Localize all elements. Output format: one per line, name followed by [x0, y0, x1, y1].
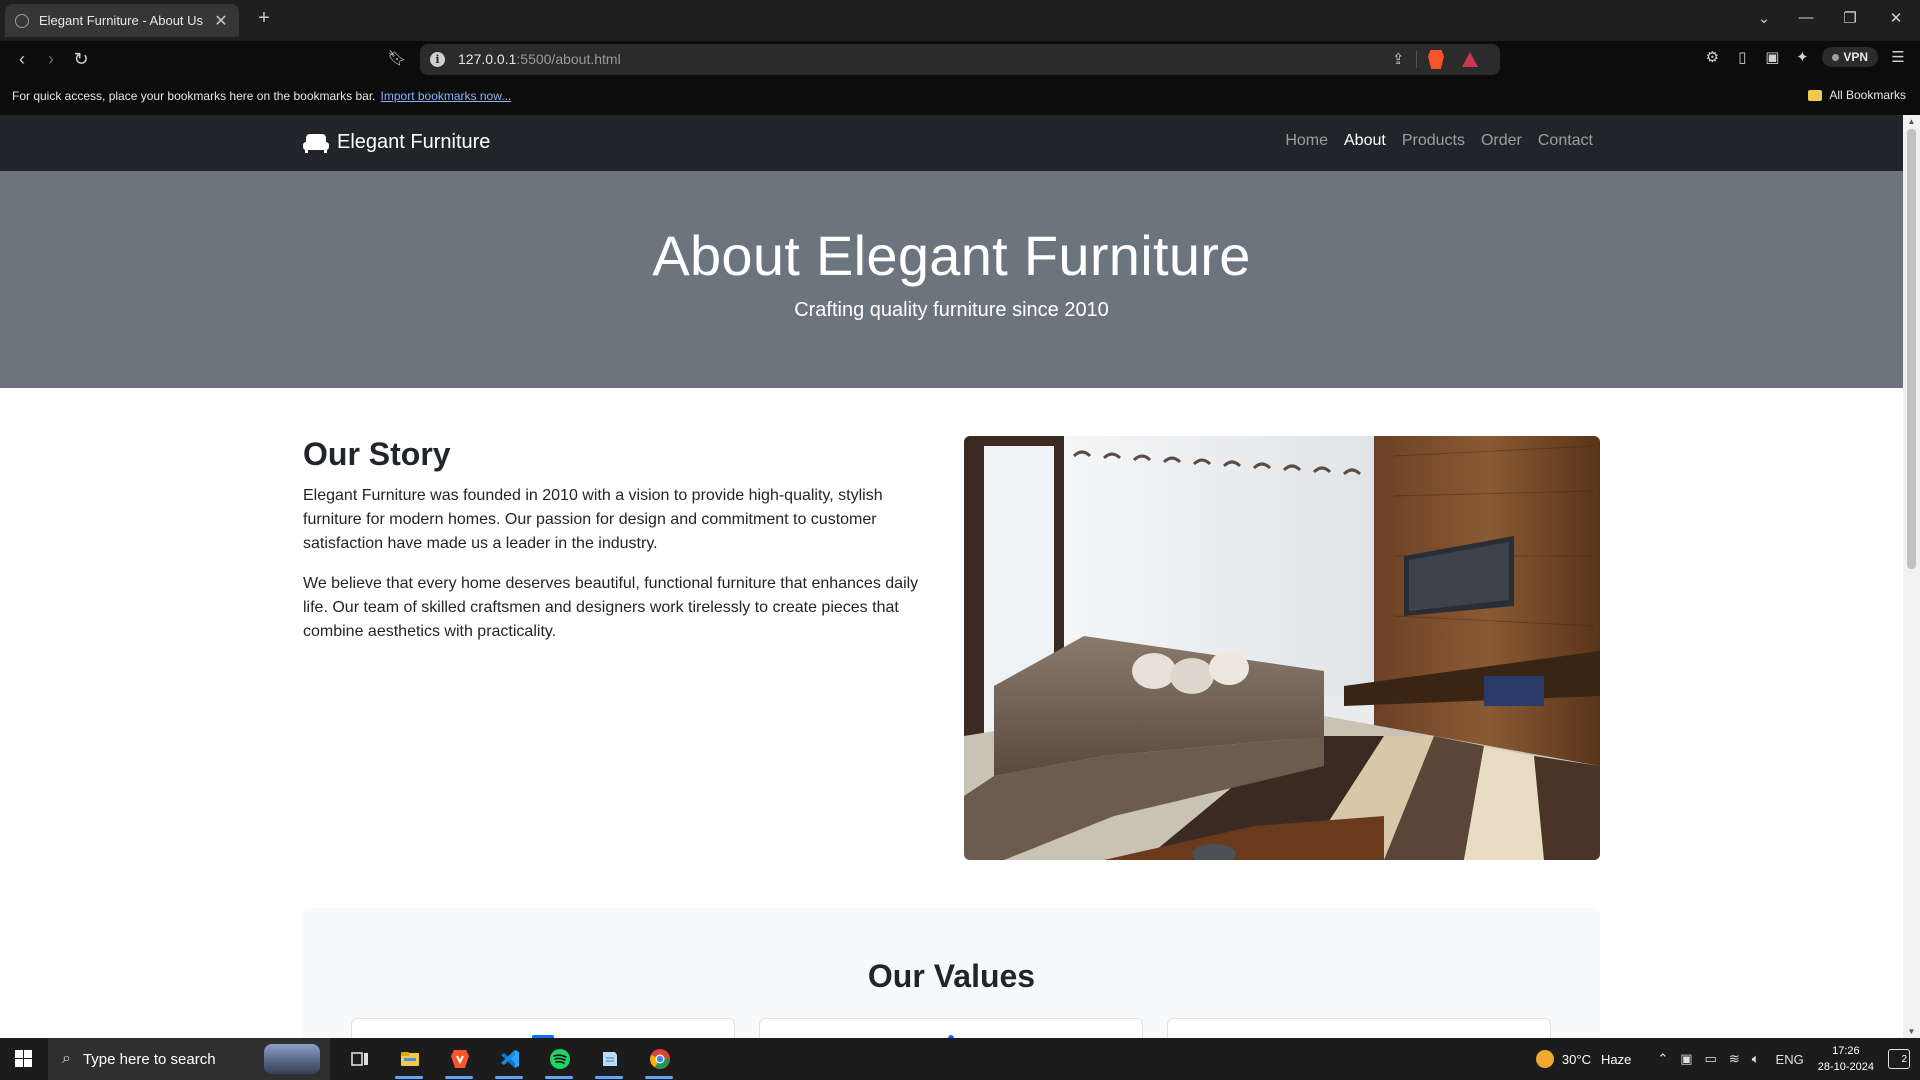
search-highlight-image — [264, 1044, 320, 1074]
weather-temperature: 30°C — [1561, 1051, 1591, 1067]
wifi-icon[interactable]: ≋ — [1729, 1051, 1740, 1067]
import-bookmarks-link[interactable]: Import bookmarks now... — [381, 89, 512, 103]
values-section: Our Values — [303, 908, 1600, 1038]
taskbar-search[interactable]: ⌕ Type here to search — [48, 1038, 330, 1080]
close-window-icon[interactable]: ✕ — [1884, 9, 1908, 27]
new-tab-button[interactable]: + — [252, 7, 276, 30]
site-navbar: Elegant Furniture Home About Products Or… — [0, 115, 1903, 171]
site-info-icon[interactable]: i — [430, 52, 445, 67]
volume-icon[interactable]: 🔈︎ — [1752, 1051, 1760, 1067]
haze-weather-icon — [1535, 1050, 1554, 1068]
story-text: Elegant Furniture was founded in 2010 wi… — [303, 484, 925, 660]
spotify-icon[interactable] — [536, 1038, 582, 1080]
clock[interactable]: 17:26 28-10-2024 — [1818, 1043, 1874, 1075]
browser-tab[interactable]: Elegant Furniture - About Us ✕ — [5, 4, 239, 37]
living-room-illustration — [964, 436, 1600, 860]
site-nav-links: Home About Products Order Contact — [1285, 132, 1593, 150]
hero-subtitle: Crafting quality furniture since 2010 — [794, 299, 1109, 321]
file-explorer-icon[interactable] — [386, 1038, 432, 1080]
restore-icon[interactable]: ❐ — [1838, 9, 1862, 27]
vscode-icon[interactable] — [486, 1038, 532, 1080]
story-paragraph: Elegant Furniture was founded in 2010 wi… — [303, 487, 883, 552]
forward-icon[interactable]: › — [40, 49, 62, 69]
start-button[interactable] — [0, 1038, 48, 1080]
notification-count: 2 — [1901, 1054, 1907, 1065]
vpn-status-icon — [1832, 54, 1840, 62]
folder-icon — [1808, 89, 1823, 101]
battery-icon[interactable]: ▭ — [1705, 1051, 1717, 1067]
wallet-icon[interactable]: ▣ — [1762, 48, 1782, 66]
url-text[interactable]: 127.0.0.1:5500/about.html — [458, 51, 621, 67]
share-icon[interactable]: ⇪ — [1392, 50, 1405, 68]
bookmarks-bar: For quick access, place your bookmarks h… — [0, 78, 1920, 115]
site-brand[interactable]: Elegant Furniture — [303, 131, 490, 154]
brand-name: Elegant Furniture — [337, 131, 491, 153]
brave-shields-icon[interactable] — [1428, 50, 1444, 69]
vpn-button[interactable]: VPN — [1822, 47, 1878, 67]
scrollbar-thumb[interactable] — [1907, 129, 1916, 569]
nav-link-contact[interactable]: Contact — [1538, 132, 1593, 150]
back-icon[interactable]: ‹ — [11, 49, 33, 69]
story-paragraph: We believe that every home deserves beau… — [303, 575, 919, 640]
sidebar-icon[interactable]: ▯ — [1732, 48, 1752, 66]
value-card — [1167, 1018, 1551, 1038]
clock-date: 28-10-2024 — [1817, 1061, 1874, 1073]
chevron-up-icon[interactable]: ⌃ — [1657, 1051, 1668, 1067]
tab-close-icon[interactable]: ✕ — [213, 11, 229, 31]
chrome-icon[interactable] — [636, 1038, 682, 1080]
weather-widget[interactable]: 30°C Haze — [1535, 1050, 1632, 1068]
weather-description: Haze — [1600, 1051, 1632, 1067]
system-tray: 30°C Haze ⌃ ▣ ▭ ≋ 🔈︎ ENG 17:26 28-10-202… — [1535, 1038, 1920, 1080]
value-card — [351, 1018, 735, 1038]
hero-title: About Elegant Furniture — [652, 224, 1251, 287]
clock-time: 17:26 — [1832, 1045, 1860, 1057]
reload-icon[interactable]: ↻ — [70, 49, 92, 69]
minimize-icon[interactable]: — — [1794, 9, 1818, 26]
nav-link-home[interactable]: Home — [1285, 132, 1328, 150]
leo-ai-icon[interactable]: ✦ — [1792, 48, 1812, 66]
value-card — [759, 1018, 1143, 1038]
all-bookmarks-button[interactable]: All Bookmarks — [1808, 88, 1906, 102]
scroll-down-icon[interactable]: ▼ — [1903, 1027, 1920, 1036]
notification-center-icon[interactable]: 2 — [1888, 1049, 1910, 1069]
taskbar: ⌕ Type here to search 30°C Haze ⌃ ▣ ▭ ≋ … — [0, 1038, 1920, 1080]
couch-icon — [303, 133, 329, 153]
living-room-photo — [964, 436, 1600, 860]
tab-search-chevron-icon[interactable]: ⌄ — [1752, 9, 1776, 27]
story-title: Our Story — [303, 436, 451, 472]
browser-tab-bar: Elegant Furniture - About Us ✕ + ⌄ — ❐ ✕ — [0, 0, 1920, 41]
browser-toolbar: ‹ › ↻ 🔖︎ i 127.0.0.1:5500/about.html ⇪ ⚙… — [0, 41, 1920, 78]
hero-banner: About Elegant Furniture Crafting quality… — [0, 171, 1903, 388]
nav-link-about[interactable]: About — [1344, 132, 1386, 150]
meet-now-icon[interactable]: ▣ — [1680, 1051, 1692, 1067]
language-indicator[interactable]: ENG — [1776, 1052, 1804, 1067]
brave-rewards-icon[interactable] — [1462, 52, 1478, 67]
notepad-icon[interactable] — [586, 1038, 632, 1080]
values-title: Our Values — [867, 958, 1036, 994]
nav-link-order[interactable]: Order — [1481, 132, 1522, 150]
search-icon: ⌕ — [62, 1050, 71, 1067]
nav-link-products[interactable]: Products — [1402, 132, 1465, 150]
brave-browser-icon[interactable] — [436, 1038, 482, 1080]
bookmark-icon[interactable]: 🔖︎ — [386, 49, 408, 69]
tab-title: Elegant Furniture - About Us — [39, 13, 204, 28]
globe-icon — [15, 13, 29, 28]
page-viewport: Elegant Furniture Home About Products Or… — [0, 115, 1903, 1038]
divider — [1416, 51, 1417, 68]
scroll-up-icon[interactable]: ▲ — [1903, 117, 1920, 126]
page-scrollbar[interactable]: ▲ ▼ — [1903, 115, 1920, 1038]
search-placeholder: Type here to search — [82, 1050, 216, 1068]
task-view-button[interactable] — [336, 1038, 382, 1080]
bookmarks-message: For quick access, place your bookmarks h… — [12, 89, 512, 103]
menu-icon[interactable]: ☰ — [1888, 48, 1908, 66]
extensions-icon[interactable]: ⚙ — [1702, 48, 1722, 66]
address-bar[interactable]: i 127.0.0.1:5500/about.html ⇪ — [420, 44, 1500, 75]
